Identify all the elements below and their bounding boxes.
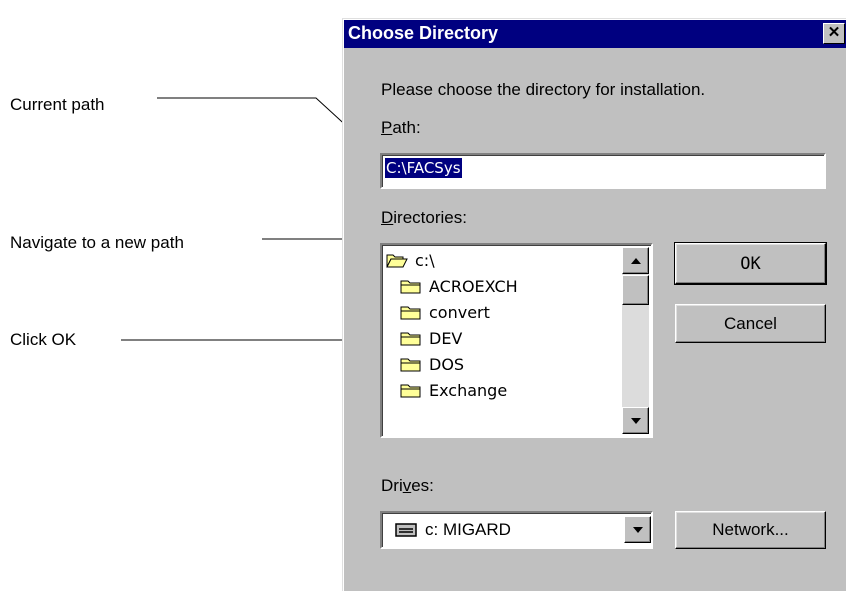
folder-icon [400,278,422,294]
directory-item-dev[interactable]: DEV [400,325,462,351]
close-icon: ✕ [827,24,841,41]
ok-button-label: OK [740,253,761,274]
arrow-down-icon [632,526,643,533]
open-folder-icon [386,252,408,268]
title-bar: Choose Directory ✕ [344,20,846,48]
ok-button[interactable]: OK [674,242,827,285]
drives-select[interactable]: c: MIGARD [380,511,653,549]
directory-item-label: ACROEXCH [429,276,518,296]
directories-label: Directories: [381,208,467,228]
arrow-up-icon [630,257,641,264]
scroll-down-button[interactable] [622,407,649,434]
scroll-up-button[interactable] [622,247,649,274]
drives-label-mnemonic: v [402,476,412,495]
path-label-rest: ath: [392,118,421,137]
directory-item-acroexch[interactable]: ACROEXCH [400,273,518,299]
folder-icon [400,330,422,346]
arrow-down-icon [630,417,641,424]
directory-item-label: c:\ [415,250,435,270]
path-label: Path: [381,118,421,138]
path-input-value: C:\FACSys [385,158,462,178]
folder-icon [400,356,422,372]
folder-icon [400,382,422,398]
drives-label: Drives: [381,476,434,496]
drives-label-before: Dri [381,476,403,495]
prompt-text: Please choose the directory for installa… [381,80,706,99]
directory-item-label: DEV [429,328,463,348]
directory-item-dos[interactable]: DOS [400,351,464,377]
directory-item-label: Exchange [429,380,508,400]
directories-scrollbar[interactable] [622,247,649,434]
close-button[interactable]: ✕ [823,23,845,44]
drives-select-value: c: MIGARD [425,520,511,539]
drive-icon [395,523,417,537]
directory-item-exchange[interactable]: Exchange [400,377,507,403]
network-button-label: Network... [712,520,789,539]
folder-icon [400,304,422,320]
path-input[interactable]: C:\FACSys [380,153,826,189]
directory-item-label: convert [429,302,490,322]
choose-directory-dialog: Choose Directory ✕ Please choose the dir… [342,18,846,591]
directories-label-mnemonic: D [381,208,394,227]
network-button[interactable]: Network... [675,511,826,549]
directory-item-label: DOS [429,354,465,374]
dialog-title: Choose Directory [348,23,499,43]
cancel-button-label: Cancel [724,313,777,333]
drives-dropdown-button[interactable] [624,516,651,543]
cancel-button[interactable]: Cancel [675,304,826,343]
directories-listbox[interactable]: c:\ ACROEXCH convert DEV DOS Exchange [380,243,653,438]
scroll-thumb[interactable] [622,275,649,305]
directories-label-rest: irectories: [393,208,467,227]
directory-item-convert[interactable]: convert [400,299,490,325]
path-label-mnemonic: P [381,118,393,137]
directory-item-root[interactable]: c:\ [386,247,435,273]
drives-label-after: es: [411,476,434,495]
